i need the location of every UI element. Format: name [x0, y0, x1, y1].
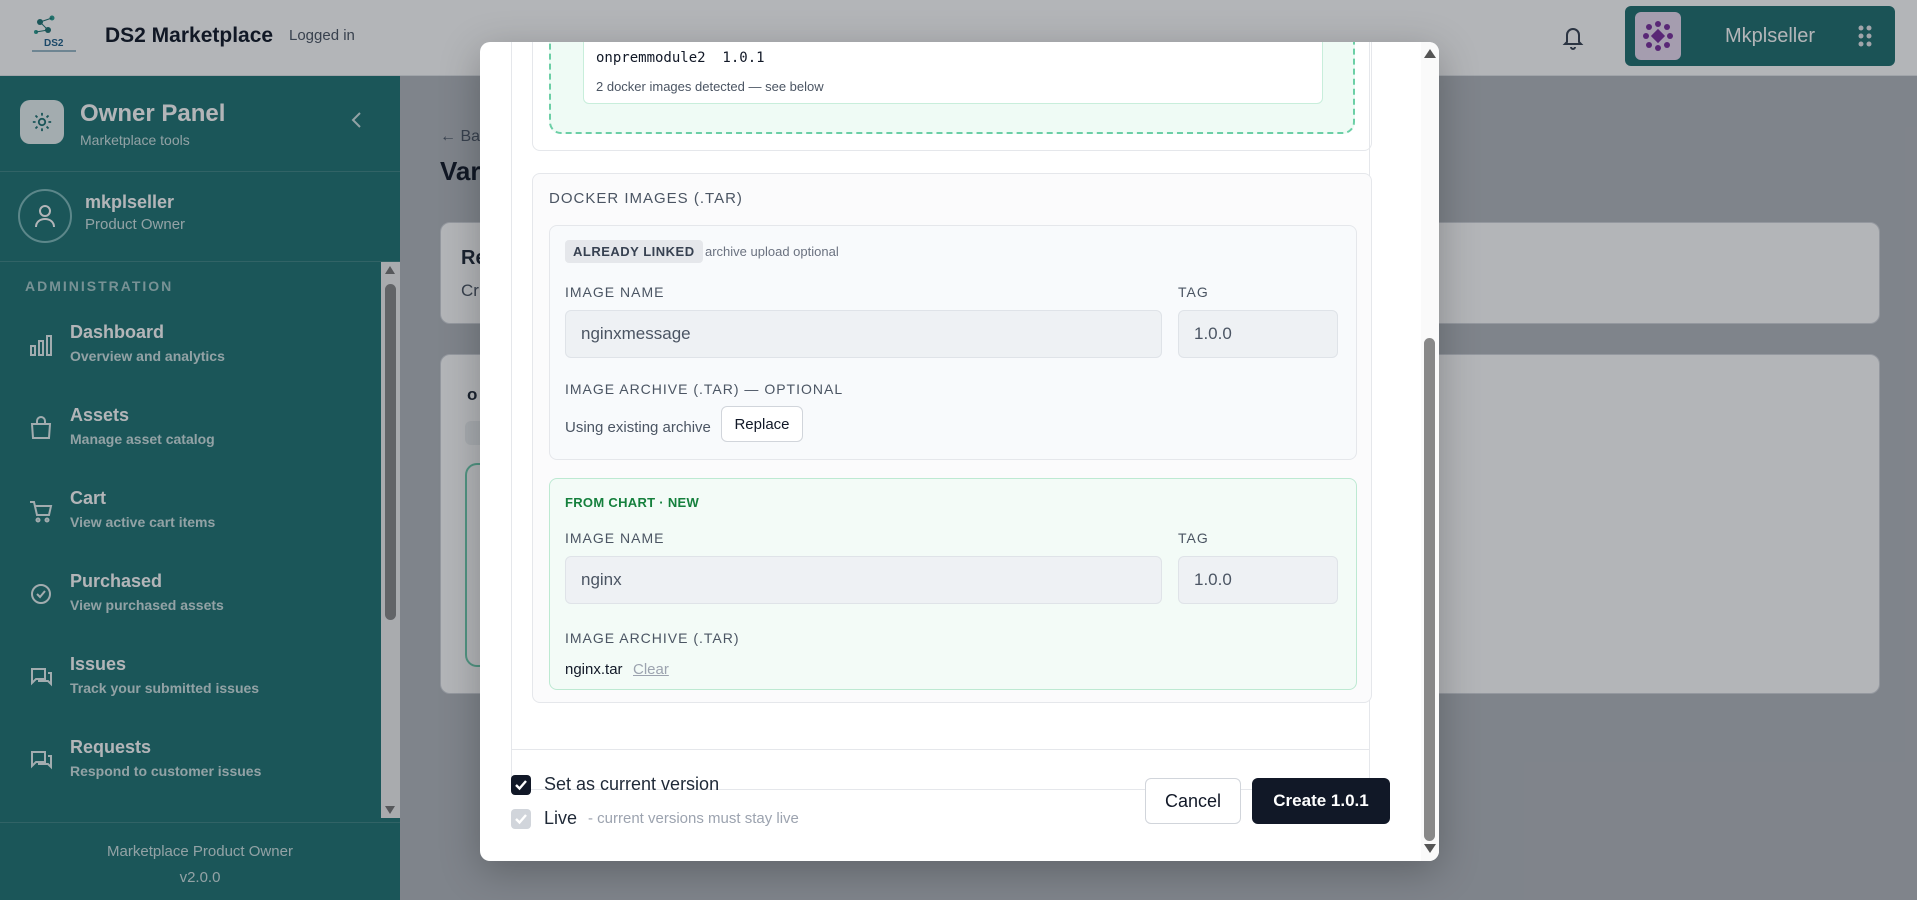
linked-image-card: ALREADY LINKED archive upload optional I… [549, 225, 1357, 460]
tag-field[interactable]: 1.0.0 [1178, 556, 1338, 604]
modal-scrollbar[interactable] [1421, 42, 1439, 861]
scroll-up-icon[interactable] [1424, 49, 1436, 58]
archive-label: IMAGE ARCHIVE (.TAR) — OPTIONAL [565, 381, 844, 397]
live-label: Live [544, 808, 578, 828]
archive-label: IMAGE ARCHIVE (.TAR) [565, 630, 740, 646]
image-name-label: IMAGE NAME [565, 530, 665, 546]
scroll-down-icon[interactable] [1424, 844, 1436, 853]
live-checkbox [511, 809, 531, 829]
chart-upload-section: onpremmodule2 1.0.1 2 docker images dete… [532, 42, 1372, 151]
status-badge: ALREADY LINKED [565, 240, 703, 263]
file-name: nginx.tar [565, 661, 623, 678]
image-name-field[interactable]: nginx [565, 556, 1162, 604]
detected-note: 2 docker images detected — see below [596, 79, 824, 94]
tag-label: TAG [1178, 530, 1209, 546]
detected-chart-card: onpremmodule2 1.0.1 2 docker images dete… [583, 42, 1323, 104]
docker-images-section: DOCKER IMAGES (.TAR) ALREADY LINKED arch… [532, 173, 1372, 703]
checkmark-icon [515, 814, 527, 825]
detected-module: onpremmodule2 1.0.1 [596, 50, 765, 66]
create-version-button[interactable]: Create 1.0.1 [1252, 778, 1390, 824]
tag-label: TAG [1178, 284, 1209, 300]
form-section: onpremmodule2 1.0.1 2 docker images dete… [511, 42, 1372, 790]
archive-status: Using existing archive [565, 419, 711, 436]
image-name-field[interactable]: nginxmessage [565, 310, 1162, 358]
cancel-button[interactable]: Cancel [1145, 778, 1241, 824]
scrollbar-thumb[interactable] [1424, 338, 1435, 841]
create-version-modal: onpremmodule2 1.0.1 2 docker images dete… [480, 42, 1439, 861]
new-image-card: FROM CHART · NEW IMAGE NAME nginx TAG 1.… [549, 478, 1357, 690]
new-image-label: FROM CHART · NEW [565, 495, 700, 510]
tag-field[interactable]: 1.0.0 [1178, 310, 1338, 358]
replace-button[interactable]: Replace [721, 406, 803, 442]
divider [511, 749, 1370, 750]
section-title: DOCKER IMAGES (.TAR) [549, 190, 743, 207]
badge-note: archive upload optional [705, 244, 839, 259]
checkmark-icon [515, 780, 527, 791]
set-current-checkbox[interactable] [511, 775, 531, 795]
clear-link[interactable]: Clear [633, 661, 669, 678]
live-note: - current versions must stay live [588, 810, 799, 827]
chart-drop-zone[interactable]: onpremmodule2 1.0.1 2 docker images dete… [549, 42, 1355, 134]
set-current-label: Set as current version [544, 774, 720, 794]
image-name-label: IMAGE NAME [565, 284, 665, 300]
